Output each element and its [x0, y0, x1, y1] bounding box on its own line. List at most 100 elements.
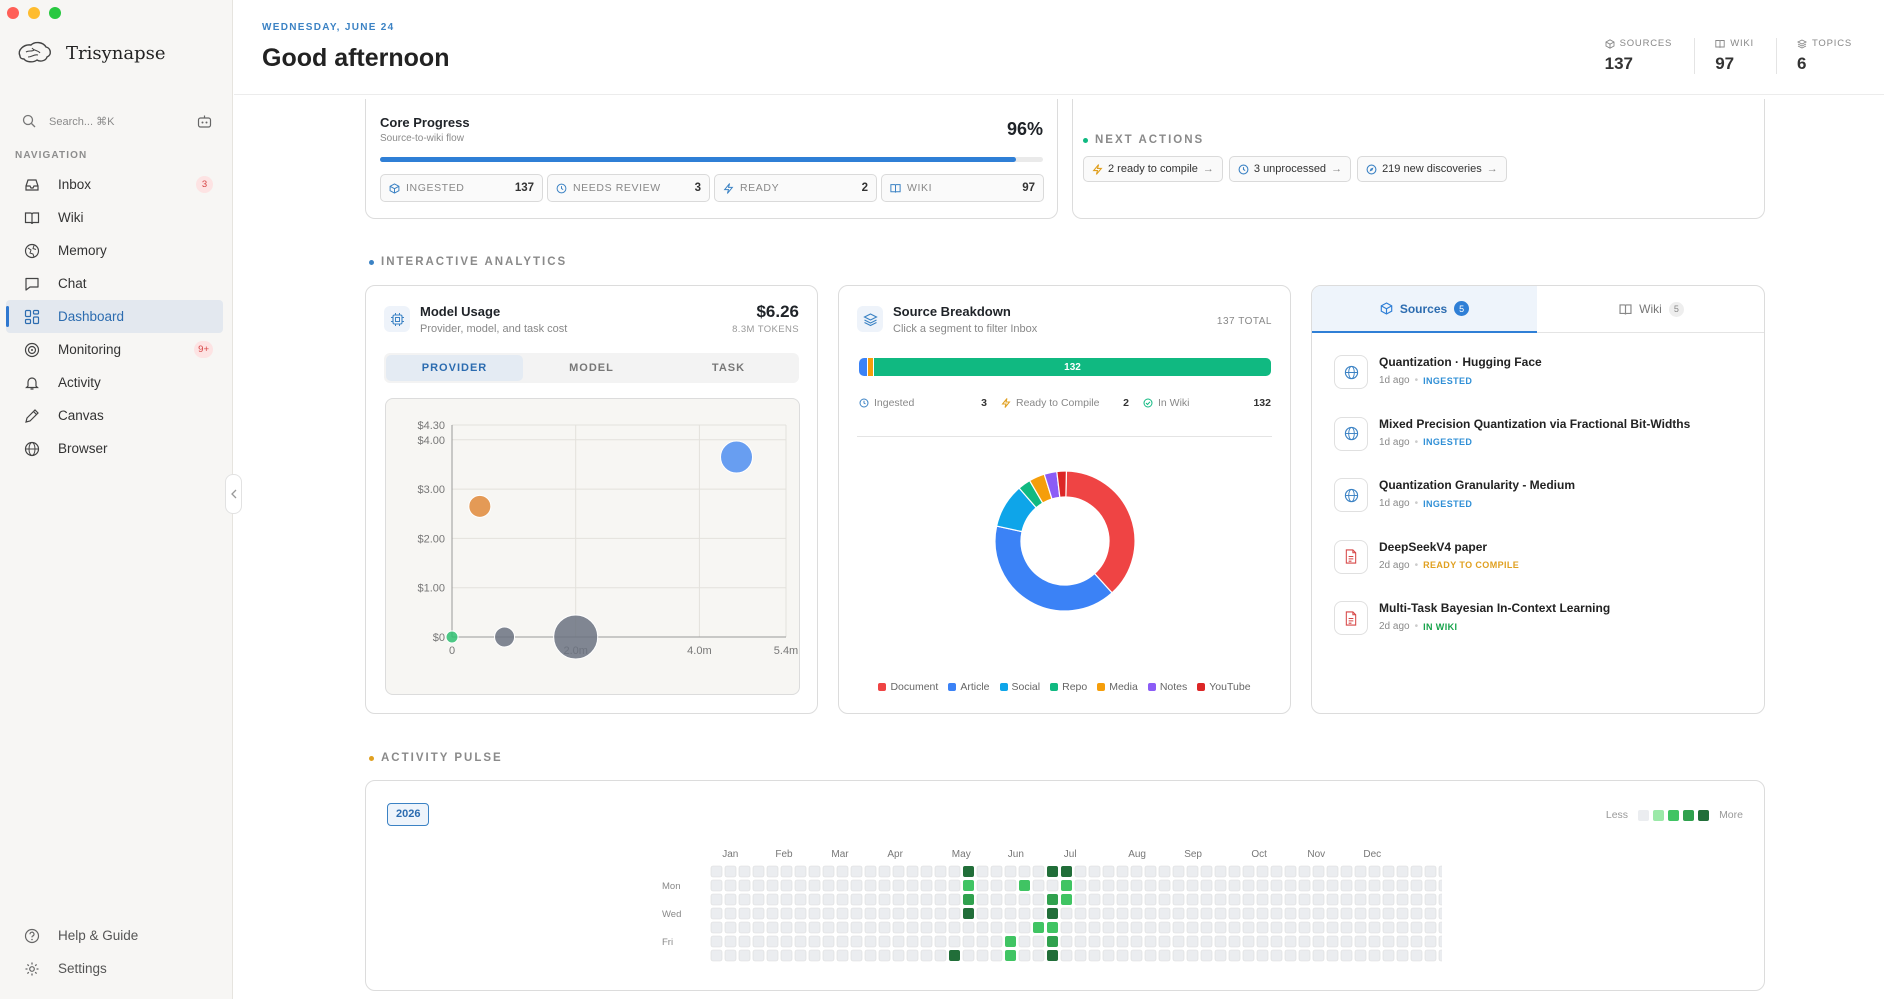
heatmap-cell[interactable] — [1284, 865, 1297, 878]
status-ready[interactable]: Ready to Compile 2 — [1001, 397, 1143, 409]
heatmap-cell[interactable] — [1410, 907, 1423, 920]
heatmap-cell[interactable] — [1172, 949, 1185, 962]
heatmap-cell[interactable] — [710, 935, 723, 948]
heatmap-cell[interactable] — [738, 865, 751, 878]
sidebar-item-help[interactable]: Help & Guide — [6, 919, 223, 952]
heatmap-cell[interactable] — [906, 879, 919, 892]
heatmap-cell[interactable] — [850, 935, 863, 948]
heatmap-cell[interactable] — [1102, 865, 1115, 878]
heatmap-cell[interactable] — [1005, 950, 1016, 961]
sidebar-item-activity[interactable]: Activity — [6, 366, 223, 399]
heatmap-cell[interactable] — [948, 921, 961, 934]
heatmap-cell[interactable] — [1340, 949, 1353, 962]
legend-item[interactable]: Document — [878, 681, 938, 693]
heatmap-cell[interactable] — [1270, 921, 1283, 934]
tab-model[interactable]: MODEL — [523, 355, 660, 381]
heatmap-cell[interactable] — [1214, 935, 1227, 948]
heatmap-cell[interactable] — [752, 949, 765, 962]
heatmap-cell[interactable] — [878, 865, 891, 878]
heatmap-cell[interactable] — [822, 879, 835, 892]
scatter-point[interactable] — [720, 440, 754, 474]
sidebar-item-canvas[interactable]: Canvas — [6, 399, 223, 432]
heatmap-cell[interactable] — [1102, 893, 1115, 906]
heatmap-cell[interactable] — [920, 921, 933, 934]
heatmap-cell[interactable] — [1382, 879, 1395, 892]
heatmap-cell[interactable] — [738, 935, 751, 948]
heatmap-cell[interactable] — [892, 865, 905, 878]
heatmap-cell[interactable] — [963, 894, 974, 905]
heatmap-cell[interactable] — [1074, 921, 1087, 934]
heatmap-cell[interactable] — [1214, 921, 1227, 934]
heatmap-cell[interactable] — [1186, 865, 1199, 878]
heatmap-cell[interactable] — [1019, 880, 1030, 891]
heatmap-cell[interactable] — [1326, 949, 1339, 962]
heatmap-cell[interactable] — [1312, 893, 1325, 906]
heatmap-cell[interactable] — [1102, 949, 1115, 962]
heatmap-cell[interactable] — [1005, 936, 1016, 947]
heatmap-cell[interactable] — [1368, 907, 1381, 920]
heatmap-cell[interactable] — [1102, 879, 1115, 892]
heatmap-cell[interactable] — [1354, 921, 1367, 934]
stat-sources[interactable]: SOURCES 137 — [1585, 38, 1695, 74]
heatmap-cell[interactable] — [808, 865, 821, 878]
heatmap-cell[interactable] — [1047, 894, 1058, 905]
heatmap-cell[interactable] — [1410, 865, 1423, 878]
heatmap-cell[interactable] — [822, 935, 835, 948]
core-stat-needs-review[interactable]: NEEDS REVIEW 3 — [547, 174, 710, 202]
heatmap-cell[interactable] — [738, 879, 751, 892]
heatmap-cell[interactable] — [1061, 866, 1072, 877]
heatmap-cell[interactable] — [850, 893, 863, 906]
heatmap-cell[interactable] — [1172, 921, 1185, 934]
heatmap-cell[interactable] — [1396, 865, 1409, 878]
heatmap-cell[interactable] — [1214, 893, 1227, 906]
heatmap-cell[interactable] — [1284, 949, 1297, 962]
sidebar-item-memory[interactable]: Memory — [6, 234, 223, 267]
heatmap-cell[interactable] — [808, 921, 821, 934]
heatmap-cell[interactable] — [794, 935, 807, 948]
heatmap-cell[interactable] — [878, 879, 891, 892]
heatmap-cell[interactable] — [836, 865, 849, 878]
heatmap-cell[interactable] — [1200, 907, 1213, 920]
heatmap-cell[interactable] — [1018, 893, 1031, 906]
heatmap-cell[interactable] — [1340, 865, 1353, 878]
heatmap-cell[interactable] — [1214, 949, 1227, 962]
heatmap-cell[interactable] — [1270, 879, 1283, 892]
heatmap-cell[interactable] — [962, 935, 975, 948]
heatmap-cell[interactable] — [780, 907, 793, 920]
source-list-item[interactable]: Quantization · Hugging Face 1d ago • INGEST… — [1334, 355, 1542, 389]
heatmap-cell[interactable] — [878, 949, 891, 962]
heatmap-cell[interactable] — [1158, 935, 1171, 948]
heatmap-cell[interactable] — [808, 949, 821, 962]
heatmap-cell[interactable] — [1312, 865, 1325, 878]
heatmap-cell[interactable] — [1256, 907, 1269, 920]
heatmap-cell[interactable] — [1172, 879, 1185, 892]
status-in-wiki[interactable]: In Wiki 132 — [1143, 397, 1271, 409]
heatmap-cell[interactable] — [1284, 935, 1297, 948]
heatmap-cell[interactable] — [1396, 935, 1409, 948]
heatmap-cell[interactable] — [892, 893, 905, 906]
heatmap-cell[interactable] — [1200, 893, 1213, 906]
scatter-point[interactable] — [468, 494, 492, 518]
ready-to-compile-chip[interactable]: 2 ready to compile → — [1083, 156, 1223, 182]
heatmap-cell[interactable] — [1060, 949, 1073, 962]
heatmap-cell[interactable] — [1382, 949, 1395, 962]
heatmap-cell[interactable] — [850, 907, 863, 920]
heatmap-cell[interactable] — [990, 893, 1003, 906]
heatmap-cell[interactable] — [990, 907, 1003, 920]
heatmap-cell[interactable] — [864, 879, 877, 892]
heatmap-cell[interactable] — [1326, 935, 1339, 948]
heatmap-cell[interactable] — [1061, 880, 1072, 891]
source-list-item[interactable]: Multi-Task Bayesian In-Context Learning 2… — [1334, 601, 1610, 635]
heatmap-cell[interactable] — [766, 865, 779, 878]
heatmap-cell[interactable] — [1144, 893, 1157, 906]
heatmap-cell[interactable] — [1088, 893, 1101, 906]
heatmap-cell[interactable] — [990, 935, 1003, 948]
heatmap-cell[interactable] — [1242, 949, 1255, 962]
heatmap-cell[interactable] — [906, 907, 919, 920]
heatmap-cell[interactable] — [1018, 907, 1031, 920]
new-discoveries-chip[interactable]: 219 new discoveries → — [1357, 156, 1507, 182]
heatmap-cell[interactable] — [1396, 949, 1409, 962]
heatmap-cell[interactable] — [738, 907, 751, 920]
heatmap-cell[interactable] — [822, 907, 835, 920]
heatmap-cell[interactable] — [1270, 865, 1283, 878]
